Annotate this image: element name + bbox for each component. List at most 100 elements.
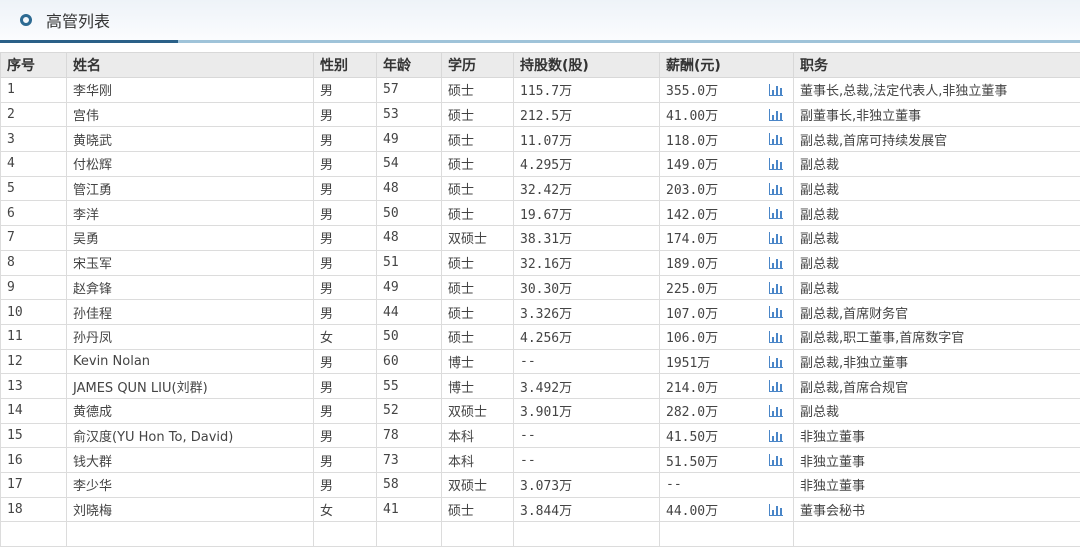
table-row-partial: [1, 522, 1080, 547]
table-row: 14黄德成男52双硕士3.901万282.0万副总裁: [1, 398, 1080, 423]
cell-age: 51: [377, 250, 442, 275]
salary-value: 225.0万: [666, 282, 718, 297]
cell-index: 4: [1, 152, 67, 177]
cell-age: 48: [377, 176, 442, 201]
bar-chart-icon[interactable]: [769, 331, 783, 343]
cell-salary: 214.0万: [660, 374, 794, 399]
bar-chart-icon[interactable]: [769, 356, 783, 368]
column-header[interactable]: 职务: [794, 53, 1080, 78]
table-row: 3黄晓武男49硕士11.07万118.0万副总裁,首席可持续发展官: [1, 127, 1080, 152]
bar-chart-icon[interactable]: [769, 306, 783, 318]
cell-age: 55: [377, 374, 442, 399]
bar-chart-icon[interactable]: [769, 133, 783, 145]
cell-position: 副总裁,非独立董事: [794, 349, 1080, 374]
bar-chart-icon[interactable]: [769, 380, 783, 392]
cell-gender: 男: [314, 423, 377, 448]
cell-salary: 41.50万: [660, 423, 794, 448]
cell-shares: 3.901万: [514, 398, 660, 423]
column-header[interactable]: 性别: [314, 53, 377, 78]
salary-value: 1951万: [666, 356, 710, 371]
cell-name: 孙佳程: [67, 300, 314, 325]
cell-shares: 4.295万: [514, 152, 660, 177]
cell-shares: 32.16万: [514, 250, 660, 275]
cell-education: 博士: [442, 374, 514, 399]
cell-position: 副总裁: [794, 176, 1080, 201]
cell-education: 双硕士: [442, 226, 514, 251]
cell-education: 硕士: [442, 497, 514, 522]
cell-name: 李华刚: [67, 78, 314, 103]
cell-index: 6: [1, 201, 67, 226]
cell-age: 60: [377, 349, 442, 374]
table-row: 9赵弇锋男49硕士30.30万225.0万副总裁: [1, 275, 1080, 300]
cell-gender: 男: [314, 102, 377, 127]
cell-age: 49: [377, 275, 442, 300]
table-row: 17李少华男58双硕士3.073万--非独立董事: [1, 473, 1080, 498]
cell-shares: 115.7万: [514, 78, 660, 103]
column-header[interactable]: 薪酬(元): [660, 53, 794, 78]
cell-empty: [314, 522, 377, 547]
cell-salary: 189.0万: [660, 250, 794, 275]
cell-gender: 男: [314, 250, 377, 275]
column-header[interactable]: 持股数(股): [514, 53, 660, 78]
cell-gender: 男: [314, 398, 377, 423]
cell-age: 41: [377, 497, 442, 522]
cell-index: 17: [1, 473, 67, 498]
cell-index: 7: [1, 226, 67, 251]
bar-chart-icon[interactable]: [769, 183, 783, 195]
column-header[interactable]: 姓名: [67, 53, 314, 78]
bar-chart-icon[interactable]: [769, 282, 783, 294]
salary-value: 142.0万: [666, 208, 718, 223]
table-row: 1李华刚男57硕士115.7万355.0万董事长,总裁,法定代表人,非独立董事: [1, 78, 1080, 103]
bar-chart-icon[interactable]: [769, 504, 783, 516]
cell-index: 18: [1, 497, 67, 522]
bar-chart-icon[interactable]: [769, 232, 783, 244]
cell-education: 博士: [442, 349, 514, 374]
cell-index: 14: [1, 398, 67, 423]
cell-shares: 212.5万: [514, 102, 660, 127]
salary-value: 149.0万: [666, 158, 718, 173]
cell-gender: 男: [314, 300, 377, 325]
column-header[interactable]: 年龄: [377, 53, 442, 78]
cell-name: 吴勇: [67, 226, 314, 251]
bar-chart-icon[interactable]: [769, 109, 783, 121]
cell-age: 53: [377, 102, 442, 127]
circle-icon: [20, 14, 32, 26]
salary-value: 41.00万: [666, 109, 718, 124]
cell-gender: 男: [314, 275, 377, 300]
cell-gender: 女: [314, 497, 377, 522]
column-header[interactable]: 序号: [1, 53, 67, 78]
cell-shares: --: [514, 349, 660, 374]
bar-chart-icon[interactable]: [769, 430, 783, 442]
header-divider: [0, 40, 1080, 43]
bar-chart-icon[interactable]: [769, 454, 783, 466]
cell-index: 3: [1, 127, 67, 152]
cell-education: 硕士: [442, 152, 514, 177]
cell-index: 8: [1, 250, 67, 275]
cell-shares: 11.07万: [514, 127, 660, 152]
cell-salary: 149.0万: [660, 152, 794, 177]
bar-chart-icon[interactable]: [769, 158, 783, 170]
salary-value: 214.0万: [666, 381, 718, 396]
bar-chart-icon[interactable]: [769, 84, 783, 96]
salary-value: 203.0万: [666, 183, 718, 198]
column-header[interactable]: 学历: [442, 53, 514, 78]
cell-age: 73: [377, 448, 442, 473]
cell-name: 黄德成: [67, 398, 314, 423]
bar-chart-icon[interactable]: [769, 405, 783, 417]
cell-education: 双硕士: [442, 473, 514, 498]
cell-empty: [377, 522, 442, 547]
bar-chart-icon[interactable]: [769, 257, 783, 269]
table-row: 5管江勇男48硕士32.42万203.0万副总裁: [1, 176, 1080, 201]
cell-gender: 女: [314, 324, 377, 349]
cell-salary: 51.50万: [660, 448, 794, 473]
cell-education: 硕士: [442, 176, 514, 201]
cell-index: 16: [1, 448, 67, 473]
cell-shares: 38.31万: [514, 226, 660, 251]
cell-gender: 男: [314, 78, 377, 103]
cell-education: 硕士: [442, 275, 514, 300]
cell-index: 5: [1, 176, 67, 201]
cell-name: JAMES QUN LIU(刘群): [67, 374, 314, 399]
cell-empty: [660, 522, 794, 547]
cell-age: 52: [377, 398, 442, 423]
bar-chart-icon[interactable]: [769, 207, 783, 219]
